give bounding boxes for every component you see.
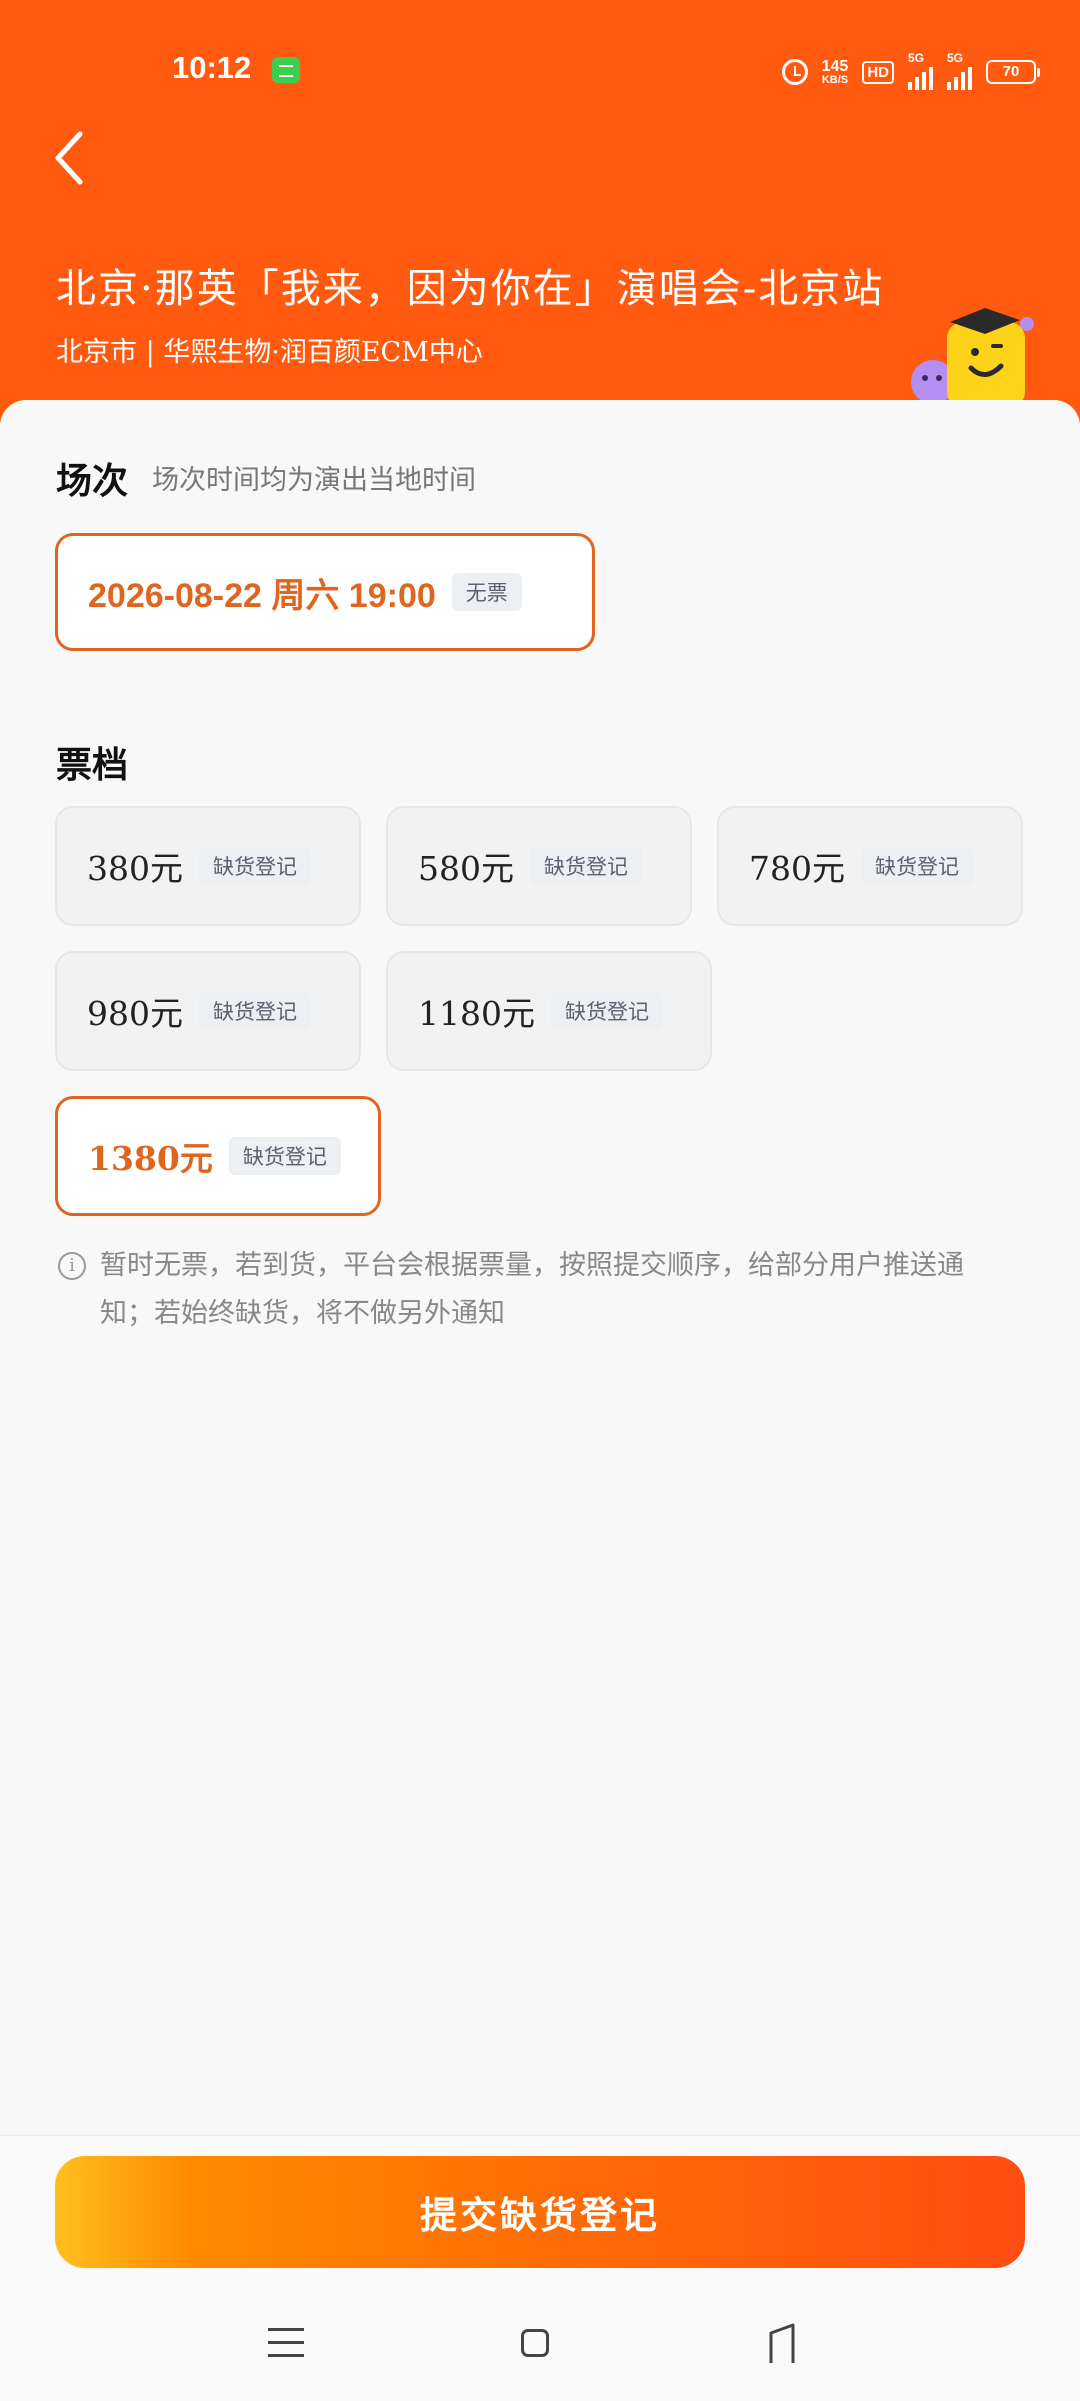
tier-option-380[interactable]: 380元 缺货登记 — [55, 806, 361, 926]
nav-recents-icon[interactable] — [268, 2328, 304, 2358]
tier-option-580[interactable]: 580元 缺货登记 — [386, 806, 692, 926]
session-section-title: 场次 — [56, 460, 129, 502]
tier-section-title: 票档 — [56, 744, 129, 786]
tier-badge: 缺货登记 — [861, 847, 973, 885]
tier-price: 980元 — [87, 994, 183, 1033]
network-speed-value: 145 — [821, 57, 849, 75]
nav-back-icon[interactable] — [765, 2323, 799, 2365]
session-section-note: 场次时间均为演出当地时间 — [152, 465, 476, 496]
event-venue: 北京市 | 华熙生物·润百颜ECM中心 — [56, 337, 483, 368]
status-bar: 10:12 145 KB/S HD 5G 5G 70 — [0, 0, 1080, 140]
tier-option-1180[interactable]: 1180元 缺货登记 — [386, 951, 712, 1071]
tier-option-780[interactable]: 780元 缺货登记 — [717, 806, 1023, 926]
tier-badge: 缺货登记 — [199, 847, 311, 885]
status-time: 10:12 — [172, 50, 252, 85]
network-speed: 145 KB/S — [821, 57, 849, 86]
bottom-bar: 提交缺货登记 — [0, 2135, 1080, 2401]
alarm-icon — [781, 59, 808, 85]
network-speed-unit: KB/S — [821, 73, 849, 86]
session-option-selected[interactable]: 2026-08-22 周六 19:00 无票 — [55, 533, 595, 651]
session-badge: 无票 — [451, 573, 522, 611]
hd-voice-icon: HD — [862, 60, 894, 84]
content-sheet: 场次 场次时间均为演出当地时间 2026-08-22 周六 19:00 无票 票… — [0, 400, 1080, 2135]
signal-icon-secondary: 5G — [947, 51, 972, 90]
chevron-left-icon — [55, 131, 83, 185]
tier-option-980[interactable]: 980元 缺货登记 — [55, 951, 361, 1071]
tier-price: 1380元 — [88, 1139, 213, 1178]
tier-badge: 缺货登记 — [199, 992, 311, 1030]
back-button[interactable] — [50, 128, 110, 198]
mascot-illustration — [911, 308, 1034, 408]
tier-price: 780元 — [749, 849, 845, 888]
tier-option-1380-selected[interactable]: 1380元 缺货登记 — [55, 1096, 381, 1216]
submit-restock-button[interactable]: 提交缺货登记 — [55, 2156, 1025, 2268]
info-icon: i — [58, 1252, 86, 1280]
restock-notice: 暂时无票，若到货，平台会根据票量，按照提交顺序，给部分用户推送通知；若始终缺货，… — [100, 1250, 964, 1329]
tier-badge: 缺货登记 — [550, 992, 663, 1030]
tier-price: 580元 — [418, 849, 514, 888]
signal-network-type: 5G — [908, 50, 925, 65]
tier-badge: 缺货登记 — [530, 847, 642, 885]
nav-home-icon[interactable] — [521, 2329, 549, 2357]
tier-badge: 缺货登记 — [228, 1137, 341, 1175]
message-notification-icon — [272, 57, 300, 83]
status-indicators: 145 KB/S HD 5G 5G 70 — [781, 51, 1040, 92]
tier-price: 380元 — [87, 849, 183, 888]
tier-price: 1180元 — [418, 994, 535, 1033]
event-title: 北京·那英「我来，因为你在」演唱会-北京站 — [56, 266, 885, 312]
session-datetime: 2026-08-22 周六 19:00 — [88, 576, 436, 615]
battery-icon: 70 — [986, 60, 1040, 84]
signal-network-type-secondary: 5G — [947, 50, 964, 65]
signal-icon: 5G — [908, 51, 933, 90]
